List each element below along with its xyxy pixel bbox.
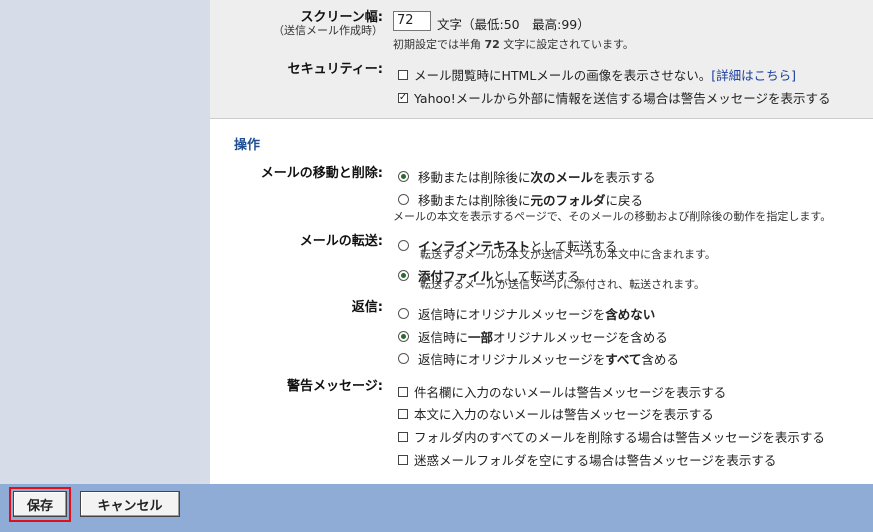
- option-label: 返信時にオリジナルメッセージを: [418, 352, 606, 367]
- radio-icon[interactable]: [398, 308, 409, 319]
- save-button[interactable]: 保存: [13, 491, 67, 517]
- checkbox-icon[interactable]: [398, 408, 408, 419]
- option-label: オリジナルメッセージを含める: [493, 330, 668, 345]
- details-link[interactable]: [詳細はこちら]: [711, 65, 796, 84]
- option-label: 返信時にオリジナルメッセージを: [418, 307, 606, 322]
- forward-attachment-note: 転送するメールが送信メールに添付され、転送されます。: [420, 278, 706, 291]
- checkbox-icon[interactable]: [398, 386, 408, 397]
- option-label-bold: 含めない: [605, 307, 656, 322]
- warning-option-no-subject[interactable]: 件名欄に入力のないメールは警告メッセージを表示する: [398, 382, 726, 401]
- radio-icon[interactable]: [398, 194, 409, 205]
- radio-selected-icon[interactable]: [398, 270, 409, 281]
- checkbox-icon[interactable]: [398, 69, 408, 80]
- reply-option-all[interactable]: 返信時にオリジナルメッセージを すべて 含める: [398, 349, 679, 368]
- option-label: 迷惑メールフォルダを空にする場合は警告メッセージを表示する: [414, 453, 777, 468]
- checkbox-checked-icon[interactable]: ✓: [398, 92, 408, 103]
- option-label-bold: 元のフォルダ: [530, 193, 606, 208]
- option-label: 本文に入力のないメールは警告メッセージを表示する: [414, 407, 714, 422]
- screen-width-unit: 文字（最低:50 最高:99）: [437, 17, 590, 32]
- option-label: 返信時に: [418, 330, 469, 345]
- option-label-bold: すべて: [605, 352, 642, 367]
- warning-option-no-body[interactable]: 本文に入力のないメールは警告メッセージを表示する: [398, 404, 714, 423]
- warning-label: 警告メッセージ:: [287, 379, 383, 394]
- move-note: メールの本文を表示するページで、そのメールの移動および削除後の動作を指定します。: [393, 210, 832, 223]
- security-label: セキュリティー:: [287, 62, 383, 77]
- radio-selected-icon[interactable]: [398, 171, 409, 182]
- radio-icon[interactable]: [398, 240, 409, 251]
- option-label-bold: 次のメール: [530, 170, 594, 185]
- screen-width-input[interactable]: 72: [393, 11, 431, 31]
- forward-inline-note: 転送するメールの本文が送信メールの本文中に含まれます。: [420, 248, 716, 261]
- radio-selected-icon[interactable]: [398, 331, 409, 342]
- screen-width-note: 初期設定では半角 72 文字に設定されています。: [393, 38, 634, 51]
- option-label: 含める: [641, 352, 679, 367]
- option-label: 件名欄に入力のないメールは警告メッセージを表示する: [414, 385, 727, 400]
- move-delete-label: メールの移動と削除:: [260, 166, 383, 181]
- option-label: 移動または削除後に: [418, 193, 531, 208]
- operations-section-title: 操作: [234, 138, 261, 153]
- security-option-external-warning[interactable]: ✓ Yahoo!メールから外部に情報を送信する場合は警告メッセージを表示する: [398, 88, 831, 107]
- move-option-original-folder[interactable]: 移動または削除後に 元のフォルダ に戻る: [398, 190, 643, 209]
- warning-option-empty-spam[interactable]: 迷惑メールフォルダを空にする場合は警告メッセージを表示する: [398, 450, 776, 469]
- security-option-label: メール閲覧時にHTMLメールの画像を表示させない。: [414, 68, 712, 83]
- security-option-label: Yahoo!メールから外部に情報を送信する場合は警告メッセージを表示する: [414, 91, 831, 106]
- screen-width-sublabel: （送信メール作成時）: [273, 24, 383, 37]
- option-label: フォルダ内のすべてのメールを削除する場合は警告メッセージを表示する: [414, 430, 825, 445]
- reply-label: 返信:: [351, 300, 383, 315]
- reply-option-exclude[interactable]: 返信時にオリジナルメッセージを 含めない: [398, 304, 655, 323]
- option-label: に戻る: [605, 193, 644, 208]
- option-label-bold: 一部: [468, 330, 494, 345]
- section-divider: [210, 118, 873, 119]
- move-option-next-mail[interactable]: 移動または削除後に 次のメール を表示する: [398, 167, 656, 186]
- radio-icon[interactable]: [398, 353, 409, 364]
- warning-option-delete-all[interactable]: フォルダ内のすべてのメールを削除する場合は警告メッセージを表示する: [398, 427, 825, 446]
- reply-option-partial[interactable]: 返信時に 一部 オリジナルメッセージを含める: [398, 327, 668, 346]
- cancel-button[interactable]: キャンセル: [80, 491, 180, 517]
- option-label: を表示する: [593, 170, 656, 185]
- option-label: 移動または削除後に: [418, 170, 531, 185]
- security-option-html-images[interactable]: メール閲覧時にHTMLメールの画像を表示させない。 [詳細はこちら]: [398, 65, 796, 84]
- left-sidebar: [0, 0, 210, 484]
- checkbox-icon[interactable]: [398, 454, 408, 465]
- forward-label: メールの転送:: [299, 234, 383, 249]
- checkbox-icon[interactable]: [398, 431, 408, 442]
